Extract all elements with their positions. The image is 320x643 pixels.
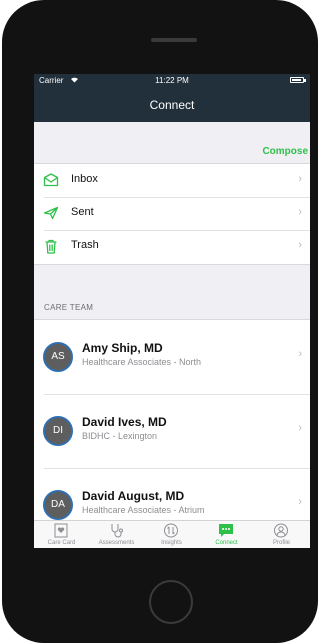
tab-label: Connect [215, 540, 238, 546]
member-organization: Healthcare Associates - Atrium [82, 505, 205, 515]
chevron-right-icon: › [298, 206, 302, 218]
mailbox-list: Inbox › Sent › Trash › [34, 163, 310, 265]
insights-icon [161, 523, 181, 538]
tab-assessments[interactable]: Assessments [89, 521, 144, 548]
tab-bar: Care Card Assessments Insights Connect P… [34, 520, 310, 548]
mailbox-label: Trash [71, 239, 99, 251]
status-bar: Carrier 11:22 PM [34, 74, 310, 88]
battery-tip [304, 79, 306, 82]
tab-label: Care Card [47, 540, 76, 546]
member-name: David August, MD [82, 489, 185, 503]
page-title: Connect [149, 98, 195, 112]
member-name: David Ives, MD [82, 415, 167, 429]
profile-icon [271, 523, 291, 538]
tab-label: Profile [272, 540, 290, 546]
avatar: AS [43, 342, 73, 372]
paper-plane-icon [43, 206, 59, 220]
chevron-right-icon: › [298, 348, 302, 360]
avatar: DI [43, 416, 73, 446]
stethoscope-icon [106, 523, 126, 538]
mailbox-label: Sent [71, 206, 94, 218]
home-button[interactable] [149, 580, 193, 624]
tab-label: Insights [161, 540, 182, 546]
member-organization: BIDHC - Lexington [82, 431, 158, 441]
care-team-list: AS Amy Ship, MD Healthcare Associates - … [34, 319, 310, 548]
chevron-right-icon: › [298, 173, 302, 185]
member-name: Amy Ship, MD [82, 341, 163, 355]
tab-care-card[interactable]: Care Card [34, 521, 89, 548]
tab-label: Assessments [98, 540, 135, 546]
mailbox-row-inbox[interactable]: Inbox › [34, 164, 310, 197]
navigation-bar: Connect [34, 88, 310, 122]
avatar: DA [43, 490, 73, 520]
tab-profile[interactable]: Profile [254, 521, 309, 548]
care-team-header: CARE TEAM [44, 303, 94, 312]
speaker-grille [151, 38, 197, 42]
mailbox-row-trash[interactable]: Trash › [34, 230, 310, 263]
chevron-right-icon: › [298, 239, 302, 251]
care-team-member-row[interactable]: AS Amy Ship, MD Healthcare Associates - … [34, 320, 310, 394]
mailbox-row-sent[interactable]: Sent › [34, 197, 310, 230]
care-team-member-row[interactable]: DI David Ives, MD BIDHC - Lexington › [34, 394, 310, 468]
care-card-icon [51, 523, 71, 538]
chevron-right-icon: › [298, 422, 302, 434]
inbox-icon [43, 173, 59, 187]
chat-icon [216, 523, 236, 538]
status-time: 11:22 PM [155, 76, 189, 85]
phone-frame: Carrier 11:22 PM Connect Compose Inbox › [2, 0, 318, 643]
tab-connect[interactable]: Connect [199, 521, 254, 548]
battery-icon [290, 77, 304, 83]
chevron-right-icon: › [298, 496, 302, 508]
compose-row: Compose [34, 122, 310, 160]
trash-icon [43, 239, 59, 254]
compose-button[interactable]: Compose [262, 146, 308, 157]
tab-insights[interactable]: Insights [144, 521, 199, 548]
member-organization: Healthcare Associates - North [82, 357, 202, 367]
mailbox-label: Inbox [71, 173, 98, 185]
app-screen: Carrier 11:22 PM Connect Compose Inbox › [34, 74, 310, 548]
